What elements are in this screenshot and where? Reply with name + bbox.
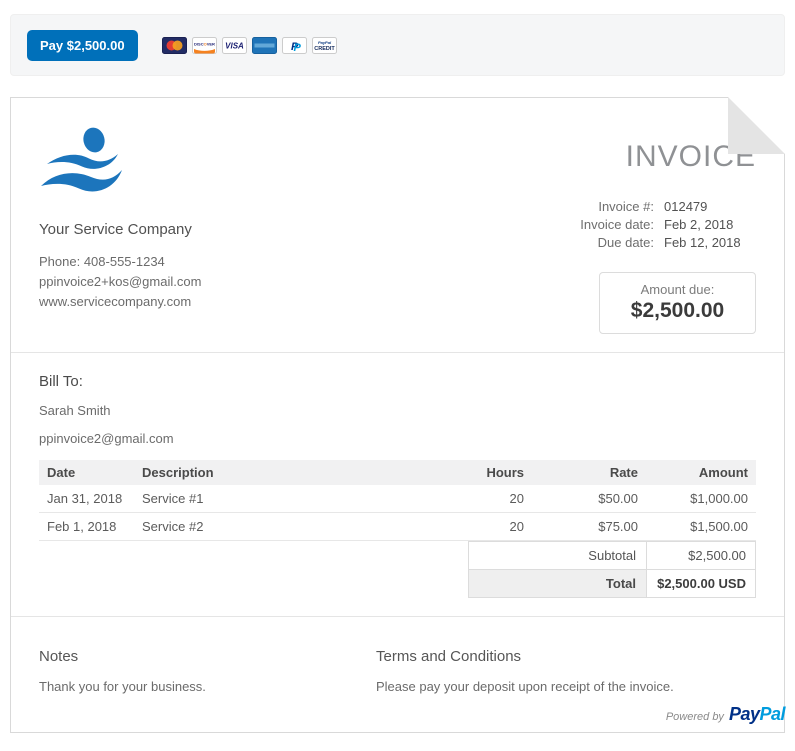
total-label: Total	[469, 570, 647, 597]
invoice-number-label: Invoice #:	[436, 198, 654, 216]
line-items-table: Date Description Hours Rate Amount Jan 3…	[39, 460, 756, 541]
subtotal-row: Subtotal $2,500.00	[469, 542, 755, 569]
item-description: Service #2	[134, 513, 424, 541]
amount-due-label: Amount due:	[606, 282, 749, 297]
svg-text:P: P	[293, 42, 301, 54]
terms-text: Please pay your deposit upon receipt of …	[376, 679, 756, 694]
company-email: ppinvoice2+kos@gmail.com	[39, 272, 369, 292]
item-hours: 20	[424, 513, 532, 541]
paypal-logo-pay: Pay	[729, 704, 760, 724]
column-header-rate: Rate	[532, 460, 646, 485]
item-hours: 20	[424, 485, 532, 513]
discover-icon: DISCOVER	[192, 37, 217, 54]
folded-corner-decoration	[728, 97, 785, 154]
paypal-logo[interactable]: PayPal	[729, 704, 785, 725]
mastercard-icon	[162, 37, 187, 54]
invoice-header: Your Service Company Phone: 408-555-1234…	[39, 98, 756, 334]
terms-block: Terms and Conditions Please pay your dep…	[376, 648, 756, 694]
paypal-icon: P P	[282, 37, 307, 54]
column-header-amount: Amount	[646, 460, 756, 485]
amex-icon	[252, 37, 277, 54]
item-date: Feb 1, 2018	[39, 513, 134, 541]
subtotal-value: $2,500.00	[647, 542, 755, 569]
svg-text:CREDIT: CREDIT	[314, 46, 335, 52]
bill-to-email: ppinvoice2@gmail.com	[39, 431, 756, 446]
item-rate: $75.00	[532, 513, 646, 541]
payment-bar: Pay $2,500.00 DISCOVER VISA	[10, 14, 785, 76]
svg-text:DISCOVER: DISCOVER	[194, 41, 215, 46]
paypal-credit-icon: PayPal CREDIT	[312, 37, 337, 54]
pay-button[interactable]: Pay $2,500.00	[27, 30, 138, 61]
invoice-number-value: 012479	[664, 198, 756, 216]
svg-text:VISA: VISA	[225, 41, 244, 50]
visa-icon: VISA	[222, 37, 247, 54]
item-amount: $1,000.00	[646, 485, 756, 513]
paypal-logo-pal: Pal	[759, 704, 785, 724]
table-header-row: Date Description Hours Rate Amount	[39, 460, 756, 485]
header-divider	[11, 352, 784, 353]
invoice-title: INVOICE	[436, 140, 756, 174]
powered-by-footer: Powered by PayPal	[666, 704, 785, 725]
item-description: Service #1	[134, 485, 424, 513]
item-amount: $1,500.00	[646, 513, 756, 541]
totals-summary: Subtotal $2,500.00 Total $2,500.00 USD	[468, 541, 756, 598]
accepted-cards-row: DISCOVER VISA P P	[162, 37, 337, 54]
item-rate: $50.00	[532, 485, 646, 513]
column-header-description: Description	[134, 460, 424, 485]
bill-to-label: Bill To:	[39, 373, 756, 390]
company-phone: Phone: 408-555-1234	[39, 252, 369, 272]
bill-to-name: Sarah Smith	[39, 403, 756, 418]
amount-due-value: $2,500.00	[606, 299, 749, 323]
column-header-date: Date	[39, 460, 134, 485]
notes-divider	[11, 616, 784, 617]
terms-label: Terms and Conditions	[376, 648, 756, 665]
total-row: Total $2,500.00 USD	[469, 569, 755, 597]
svg-text:PayPal: PayPal	[318, 40, 332, 45]
column-header-hours: Hours	[424, 460, 532, 485]
due-date-label: Due date:	[436, 234, 654, 252]
bill-to-section: Bill To: Sarah Smith ppinvoice2@gmail.co…	[39, 373, 756, 446]
invoice-date-value: Feb 2, 2018	[664, 216, 756, 234]
invoice-page: Pay $2,500.00 DISCOVER VISA	[0, 14, 795, 751]
notes-block: Notes Thank you for your business.	[39, 648, 376, 694]
invoice-meta: Invoice #: 012479 Invoice date: Feb 2, 2…	[436, 198, 756, 252]
company-website: www.servicecompany.com	[39, 292, 369, 312]
table-row: Feb 1, 2018 Service #2 20 $75.00 $1,500.…	[39, 513, 756, 541]
subtotal-label: Subtotal	[469, 542, 647, 569]
item-date: Jan 31, 2018	[39, 485, 134, 513]
company-logo-icon	[39, 126, 123, 202]
notes-label: Notes	[39, 648, 376, 665]
table-row: Jan 31, 2018 Service #1 20 $50.00 $1,000…	[39, 485, 756, 513]
invoice-date-label: Invoice date:	[436, 216, 654, 234]
invoice-card: Your Service Company Phone: 408-555-1234…	[10, 97, 785, 733]
due-date-value: Feb 12, 2018	[664, 234, 756, 252]
amount-due-box: Amount due: $2,500.00	[599, 272, 756, 334]
notes-terms-section: Notes Thank you for your business. Terms…	[39, 633, 756, 694]
company-name: Your Service Company	[39, 221, 369, 238]
powered-by-label: Powered by	[666, 711, 724, 723]
total-value: $2,500.00 USD	[647, 570, 755, 597]
notes-text: Thank you for your business.	[39, 679, 376, 694]
